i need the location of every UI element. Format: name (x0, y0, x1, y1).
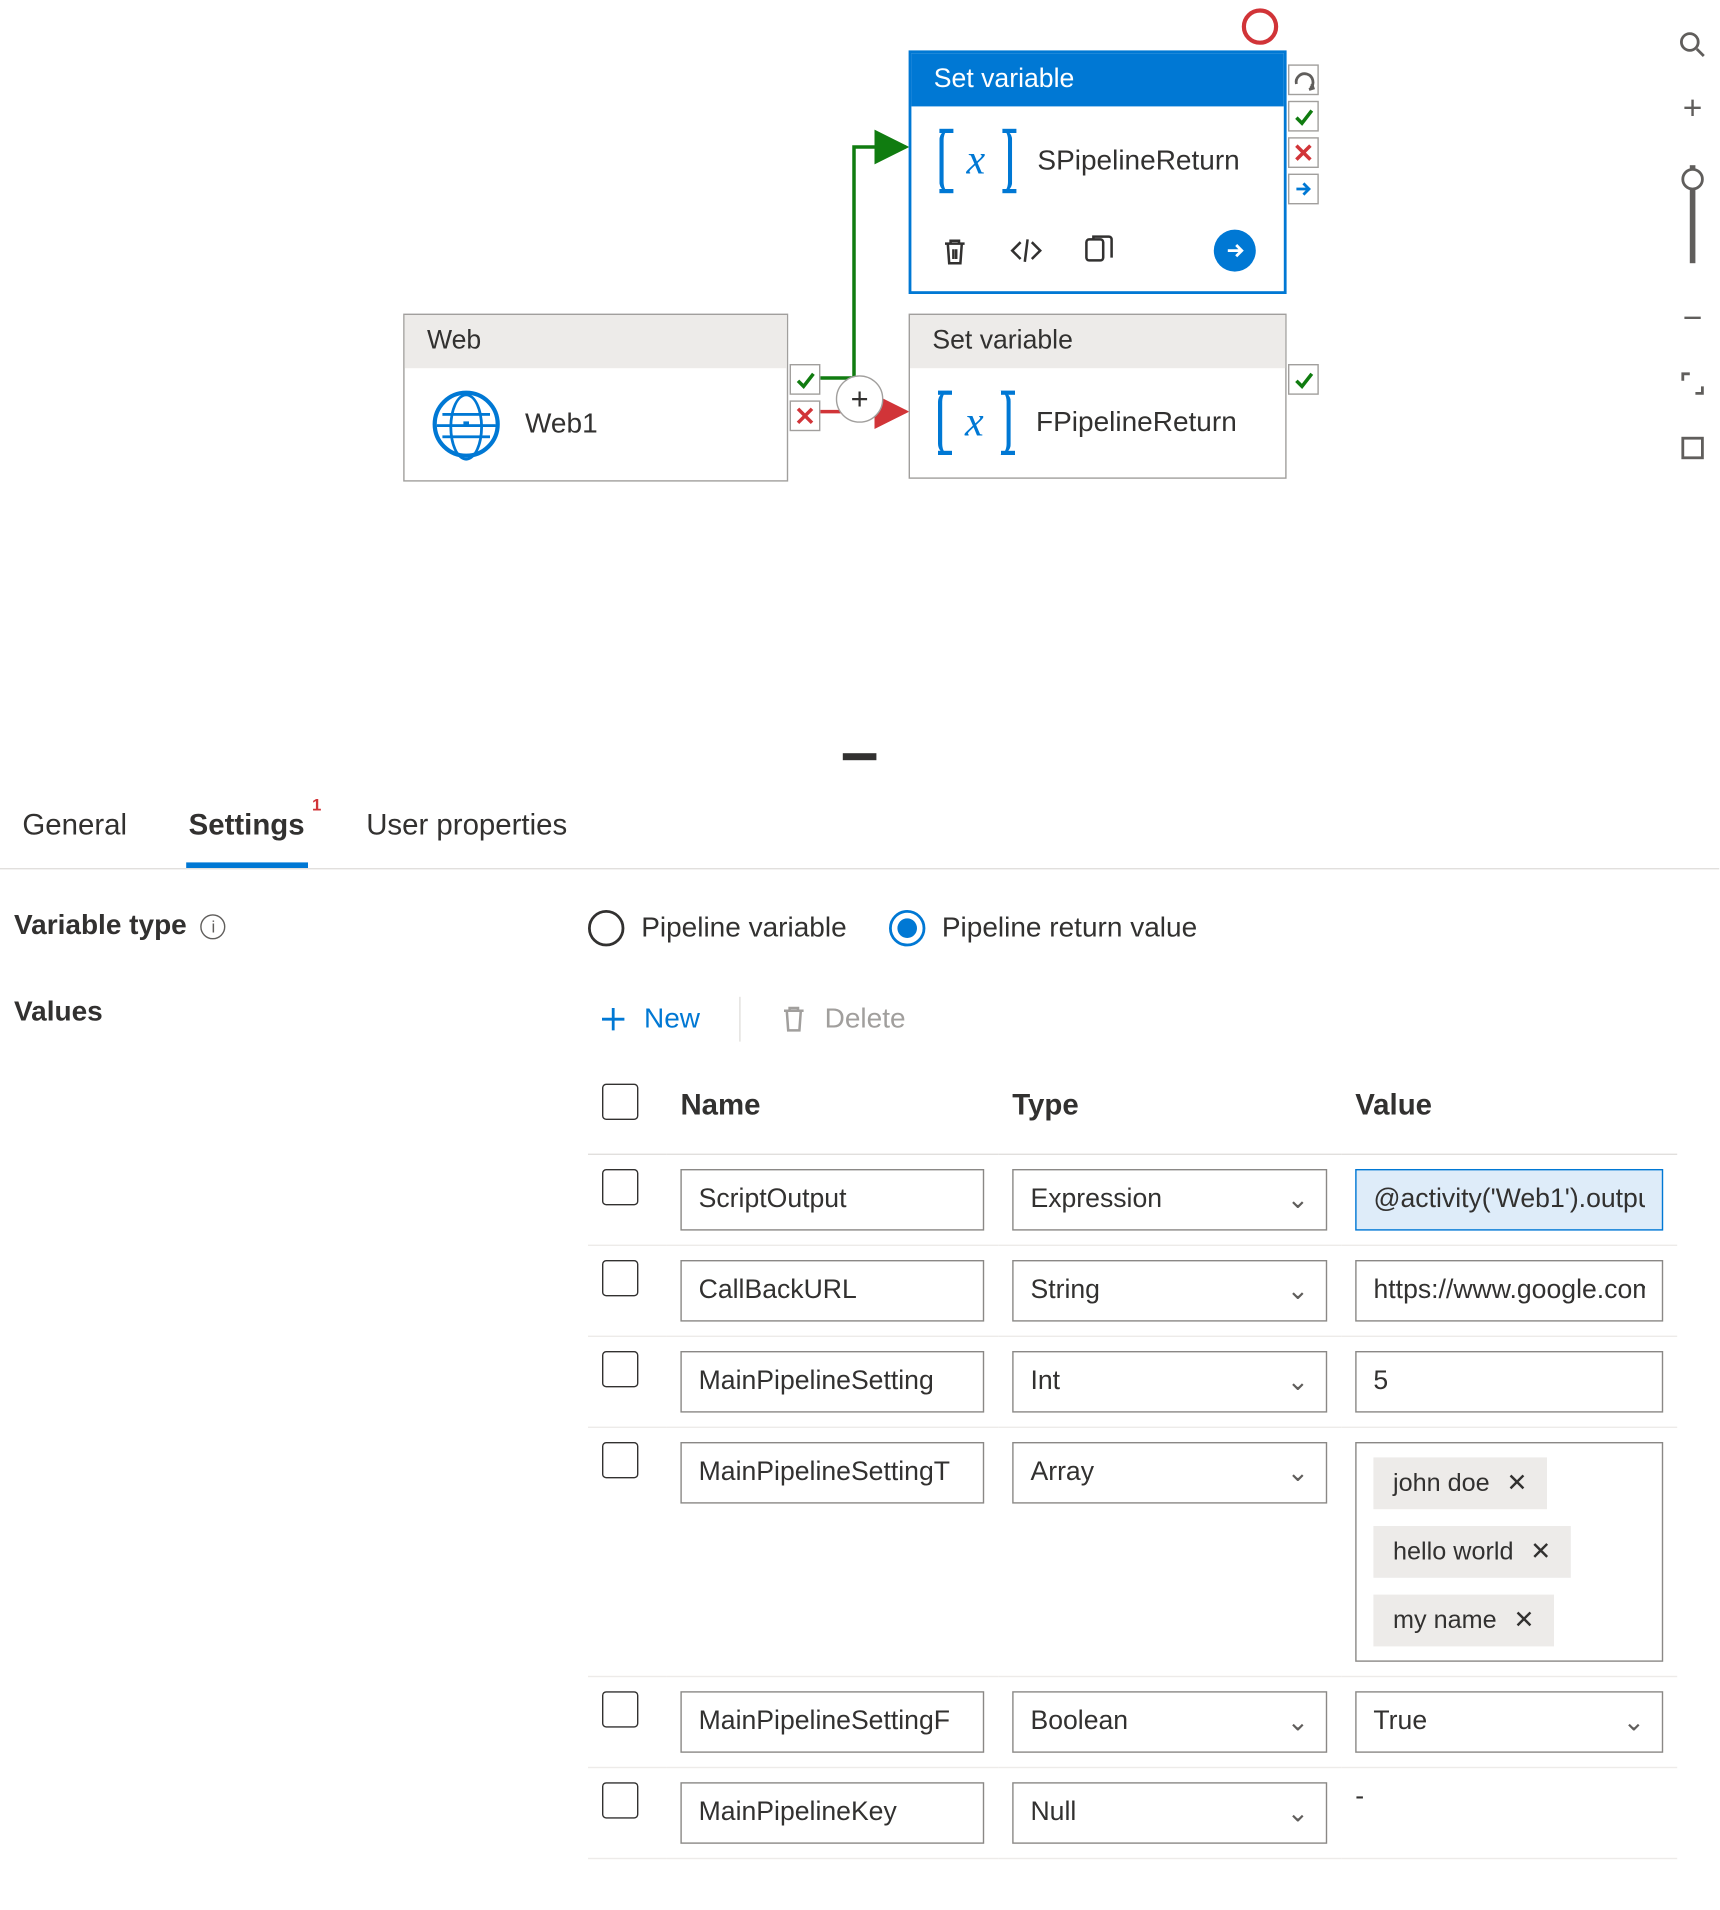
info-icon[interactable]: i (201, 914, 226, 939)
add-activity-node[interactable]: + (836, 375, 884, 423)
name-input[interactable] (680, 1169, 984, 1231)
tag: john doe✕ (1373, 1457, 1547, 1509)
column-type: Type (998, 1067, 1341, 1155)
variable-icon: x (938, 391, 1011, 455)
chevron-down-icon: ⌄ (1287, 1366, 1309, 1398)
copy-icon[interactable] (1082, 235, 1113, 266)
table-row: Int⌄ (588, 1336, 1677, 1427)
port-success[interactable] (1288, 101, 1319, 132)
table-row: String⌄ (588, 1245, 1677, 1336)
row-checkbox[interactable] (602, 1351, 638, 1387)
chevron-down-icon: ⌄ (1287, 1275, 1309, 1307)
zoom-slider[interactable] (1690, 165, 1696, 263)
type-select[interactable]: Boolean⌄ (1012, 1691, 1327, 1753)
tag: my name✕ (1373, 1595, 1554, 1647)
tab-badge: 1 (312, 795, 321, 815)
toolbar-divider (739, 997, 740, 1042)
name-input[interactable] (680, 1691, 984, 1753)
zoom-out-icon[interactable]: − (1676, 302, 1710, 336)
table-row: Boolean⌄ True⌄ (588, 1677, 1677, 1768)
type-select[interactable]: Int⌄ (1012, 1351, 1327, 1413)
select-all-checkbox[interactable] (602, 1084, 638, 1120)
fullscreen-icon[interactable] (1676, 431, 1710, 465)
panel-divider[interactable] (843, 753, 877, 760)
name-input[interactable] (680, 1260, 984, 1322)
port-success[interactable] (790, 364, 821, 395)
activity-name: Web1 (525, 408, 598, 440)
globe-icon (433, 391, 500, 458)
name-input[interactable] (680, 1442, 984, 1504)
chevron-down-icon: ⌄ (1287, 1706, 1309, 1738)
row-checkbox[interactable] (602, 1442, 638, 1478)
activity-type-label: Web (405, 315, 787, 368)
fit-icon[interactable] (1676, 367, 1710, 401)
row-checkbox[interactable] (602, 1691, 638, 1727)
value-input[interactable] (1355, 1351, 1663, 1413)
remove-tag-icon[interactable]: ✕ (1507, 1469, 1528, 1498)
chevron-down-icon: ⌄ (1287, 1797, 1309, 1829)
chevron-down-icon: ⌄ (1287, 1184, 1309, 1216)
go-icon[interactable] (1214, 230, 1256, 272)
delete-icon[interactable] (939, 235, 970, 266)
activity-set-variable-f[interactable]: Set variable x FPipelineReturn (909, 314, 1287, 479)
value-select[interactable]: True⌄ (1355, 1691, 1663, 1753)
remove-tag-icon[interactable]: ✕ (1530, 1537, 1551, 1566)
chevron-down-icon: ⌄ (1287, 1457, 1309, 1489)
tab-general[interactable]: General (20, 795, 130, 868)
radio-pipeline-return-value[interactable]: Pipeline return value (889, 910, 1197, 946)
validation-marker (1242, 8, 1278, 44)
port-skip[interactable] (1288, 174, 1319, 205)
tag: hello world✕ (1373, 1526, 1571, 1578)
row-checkbox[interactable] (602, 1782, 638, 1818)
value-input[interactable] (1355, 1169, 1663, 1231)
zoom-in-icon[interactable]: + (1676, 92, 1710, 126)
activity-name: FPipelineReturn (1036, 407, 1237, 439)
type-select[interactable]: String⌄ (1012, 1260, 1327, 1322)
activity-web[interactable]: Web Web1 (403, 314, 788, 482)
code-icon[interactable] (1009, 237, 1043, 265)
settings-tabs: General Settings 1 User properties (0, 784, 1719, 869)
search-icon[interactable] (1676, 28, 1710, 62)
name-input[interactable] (680, 1351, 984, 1413)
row-checkbox[interactable] (602, 1260, 638, 1296)
row-checkbox[interactable] (602, 1169, 638, 1205)
radio-pipeline-variable[interactable]: Pipeline variable (588, 910, 847, 946)
settings-panel: Variable type i Pipeline variable Pipeli… (14, 910, 1677, 1910)
table-row: Array⌄ john doe✕ hello world✕ my name✕ (588, 1427, 1677, 1676)
activity-set-variable-s[interactable]: Set variable x SPipelineReturn (909, 50, 1287, 294)
variable-type-label: Variable type i (14, 910, 588, 942)
value-input[interactable] (1355, 1260, 1663, 1322)
pipeline-canvas[interactable]: Web Web1 + Set variable x SPipelineRetur… (0, 0, 1719, 756)
activity-type-label: Set variable (910, 315, 1285, 368)
variable-icon: x (939, 129, 1012, 193)
remove-tag-icon[interactable]: ✕ (1513, 1606, 1534, 1635)
tab-settings[interactable]: Settings 1 (186, 795, 308, 868)
value-tag-container[interactable]: john doe✕ hello world✕ my name✕ (1355, 1442, 1663, 1662)
tab-user-properties[interactable]: User properties (363, 795, 570, 868)
new-button[interactable]: New (588, 998, 711, 1041)
values-label: Values (14, 997, 588, 1029)
value-plain: - (1355, 1782, 1364, 1811)
name-input[interactable] (680, 1782, 984, 1844)
type-select[interactable]: Null⌄ (1012, 1782, 1327, 1844)
column-name: Name (666, 1067, 998, 1155)
delete-button[interactable]: Delete (769, 998, 917, 1041)
port-failure[interactable] (790, 400, 821, 431)
type-select[interactable]: Array⌄ (1012, 1442, 1327, 1504)
chevron-down-icon: ⌄ (1623, 1706, 1645, 1738)
table-row: Null⌄- (588, 1768, 1677, 1859)
values-table: Name Type Value Expression⌄ String⌄ Int⌄ Ar… (588, 1067, 1677, 1859)
type-select[interactable]: Expression⌄ (1012, 1169, 1327, 1231)
port-failure[interactable] (1288, 137, 1319, 168)
port-completion[interactable] (1288, 64, 1319, 95)
port-success[interactable] (1288, 364, 1319, 395)
table-row: Expression⌄ (588, 1154, 1677, 1245)
canvas-tool-rail: + − (1666, 28, 1719, 465)
activity-type-label: Set variable (911, 53, 1283, 106)
activity-name: SPipelineReturn (1037, 145, 1239, 177)
column-value: Value (1341, 1067, 1677, 1155)
